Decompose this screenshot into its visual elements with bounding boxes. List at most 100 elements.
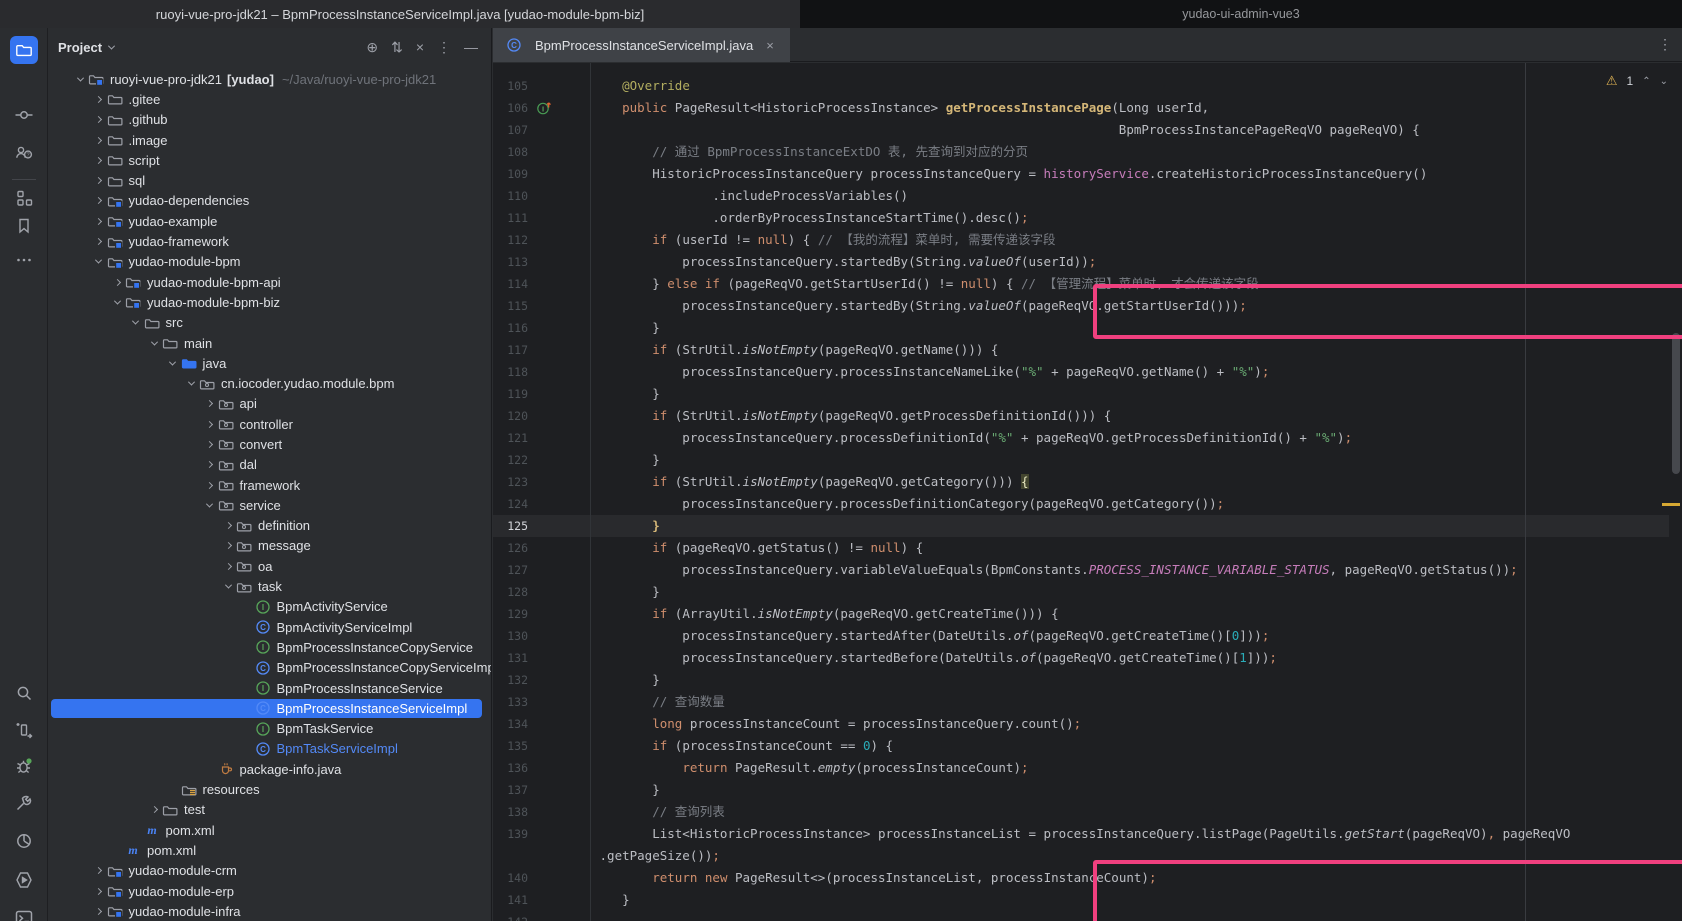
line-number[interactable]: 131 — [493, 651, 528, 665]
code-line[interactable]: 115 processInstanceQuery.startedBy(Strin… — [493, 295, 1682, 317]
chevron-right-icon[interactable] — [91, 112, 107, 128]
tree-row[interactable]: yudao-example — [48, 211, 492, 231]
line-number[interactable]: 120 — [493, 409, 528, 423]
close-icon[interactable]: × — [766, 38, 774, 53]
tree-row[interactable]: api — [48, 394, 492, 414]
chevron-down-icon[interactable] — [128, 315, 144, 331]
line-number[interactable]: 117 — [493, 343, 528, 357]
tree-row[interactable]: yudao-module-crm — [48, 861, 492, 881]
line-number[interactable]: 138 — [493, 805, 528, 819]
chevron-right-icon[interactable] — [220, 558, 236, 574]
line-number[interactable]: 139 — [493, 827, 528, 841]
tree-row[interactable]: convert — [48, 434, 492, 454]
code-line[interactable]: 111 .orderByProcessInstanceStartTime().d… — [493, 207, 1682, 229]
tree-row[interactable]: sql — [48, 170, 492, 190]
code-line[interactable]: 120 if (StrUtil.isNotEmpty(pageReqVO.get… — [493, 405, 1682, 427]
tree-row[interactable]: IBpmProcessInstanceService — [48, 678, 492, 698]
code-line[interactable]: 132 } — [493, 669, 1682, 691]
line-number[interactable]: 109 — [493, 167, 528, 181]
code-line[interactable]: 109 HistoricProcessInstanceQuery process… — [493, 163, 1682, 185]
code-editor[interactable]: 105 @Override106I public PageResult<Hist… — [493, 63, 1682, 921]
line-number[interactable]: 130 — [493, 629, 528, 643]
line-number[interactable]: 140 — [493, 871, 528, 885]
chevron-right-icon[interactable] — [91, 863, 107, 879]
tree-row[interactable]: service — [48, 495, 492, 515]
chevron-down-icon[interactable] — [72, 71, 88, 87]
more-icon[interactable]: ⋮ — [437, 39, 451, 56]
debug-icon[interactable] — [14, 756, 34, 776]
next-problem-icon[interactable]: ⌄ — [1660, 76, 1668, 87]
tree-row[interactable]: dal — [48, 455, 492, 475]
line-number[interactable]: 111 — [493, 211, 528, 225]
line-number[interactable]: 105 — [493, 79, 528, 93]
line-number[interactable]: 106 — [493, 101, 528, 115]
line-number[interactable]: 115 — [493, 299, 528, 313]
tree-row[interactable]: main — [48, 333, 492, 353]
line-number[interactable]: 125 — [493, 519, 528, 533]
code-line[interactable]: 139 List<HistoricProcessInstance> proces… — [493, 823, 1682, 845]
tree-row[interactable]: ruoyi-vue-pro-jdk21[yudao]~/Java/ruoyi-v… — [48, 69, 492, 89]
code-line[interactable]: 140 return new PageResult<>(processInsta… — [493, 867, 1682, 889]
code-line[interactable]: 110 .includeProcessVariables() — [493, 185, 1682, 207]
chevron-down-icon[interactable] — [109, 294, 125, 310]
tree-row[interactable]: framework — [48, 475, 492, 495]
project-folder-icon[interactable] — [10, 36, 38, 64]
chevron-right-icon[interactable] — [202, 416, 218, 432]
chevron-right-icon[interactable] — [91, 173, 107, 189]
tree-row[interactable]: yudao-module-bpm-api — [48, 272, 492, 292]
chevron-down-icon[interactable] — [220, 579, 236, 595]
code-line[interactable]: 131 processInstanceQuery.startedBefore(D… — [493, 647, 1682, 669]
chevron-right-icon[interactable] — [220, 538, 236, 554]
error-stripe-mark[interactable] — [1662, 503, 1680, 506]
bookmarks-icon[interactable] — [14, 216, 34, 236]
structure-icon[interactable] — [14, 188, 34, 208]
code-line[interactable]: 126 if (pageReqVO.getStatus() != null) { — [493, 537, 1682, 559]
chevron-right-icon[interactable] — [91, 91, 107, 107]
chevron-right-icon[interactable] — [220, 518, 236, 534]
code-line[interactable]: 116 } — [493, 317, 1682, 339]
code-line[interactable]: 125 } — [493, 515, 1682, 537]
tree-row[interactable]: IBpmActivityService — [48, 597, 492, 617]
code-line[interactable]: 119 } — [493, 383, 1682, 405]
build-icon[interactable] — [14, 793, 34, 813]
code-line[interactable]: 122 } — [493, 449, 1682, 471]
tree-row[interactable]: yudao-module-bpm-biz — [48, 292, 492, 312]
tree-row[interactable]: CBpmActivityServiceImpl — [48, 617, 492, 637]
scrollbar-thumb[interactable] — [1672, 333, 1680, 474]
code-line[interactable]: 106I public PageResult<HistoricProcessIn… — [493, 97, 1682, 119]
code-line[interactable]: 133 // 查询数量 — [493, 691, 1682, 713]
tree-row[interactable]: .github — [48, 110, 492, 130]
tree-row[interactable]: CBpmProcessInstanceServiceImpl — [48, 698, 492, 718]
line-number[interactable]: 116 — [493, 321, 528, 335]
chevron-down-icon[interactable] — [165, 355, 181, 371]
line-number[interactable]: 122 — [493, 453, 528, 467]
project-view-selector[interactable]: Project — [58, 40, 114, 55]
line-number[interactable]: 123 — [493, 475, 528, 489]
code-line[interactable]: 134 long processInstanceCount = processI… — [493, 713, 1682, 735]
code-line[interactable]: 127 processInstanceQuery.variableValueEq… — [493, 559, 1682, 581]
code-line[interactable]: 113 processInstanceQuery.startedBy(Strin… — [493, 251, 1682, 273]
line-number[interactable]: 132 — [493, 673, 528, 687]
chevron-right-icon[interactable] — [202, 457, 218, 473]
chevron-right-icon[interactable] — [202, 436, 218, 452]
hide-panel-icon[interactable]: — — [464, 39, 478, 55]
chevron-right-icon[interactable] — [91, 213, 107, 229]
tree-row[interactable]: cn.iocoder.yudao.module.bpm — [48, 373, 492, 393]
code-line[interactable]: 137 } — [493, 779, 1682, 801]
line-number[interactable]: 119 — [493, 387, 528, 401]
tree-row[interactable]: yudao-dependencies — [48, 191, 492, 211]
collapse-all-icon[interactable]: × — [416, 39, 424, 55]
line-number[interactable]: 110 — [493, 189, 528, 203]
line-number[interactable]: 113 — [493, 255, 528, 269]
line-number[interactable]: 137 — [493, 783, 528, 797]
code-line[interactable]: 142 — [493, 911, 1682, 921]
code-line[interactable]: 121 processInstanceQuery.processDefiniti… — [493, 427, 1682, 449]
line-number[interactable]: 142 — [493, 915, 528, 921]
tree-row[interactable]: .gitee — [48, 89, 492, 109]
code-line[interactable]: 141 } — [493, 889, 1682, 911]
services-icon[interactable] — [14, 870, 34, 890]
tree-row[interactable]: src — [48, 313, 492, 333]
line-number[interactable]: 124 — [493, 497, 528, 511]
tree-row[interactable]: IBpmProcessInstanceCopyService — [48, 637, 492, 657]
pull-requests-icon[interactable]: ? — [14, 143, 34, 163]
